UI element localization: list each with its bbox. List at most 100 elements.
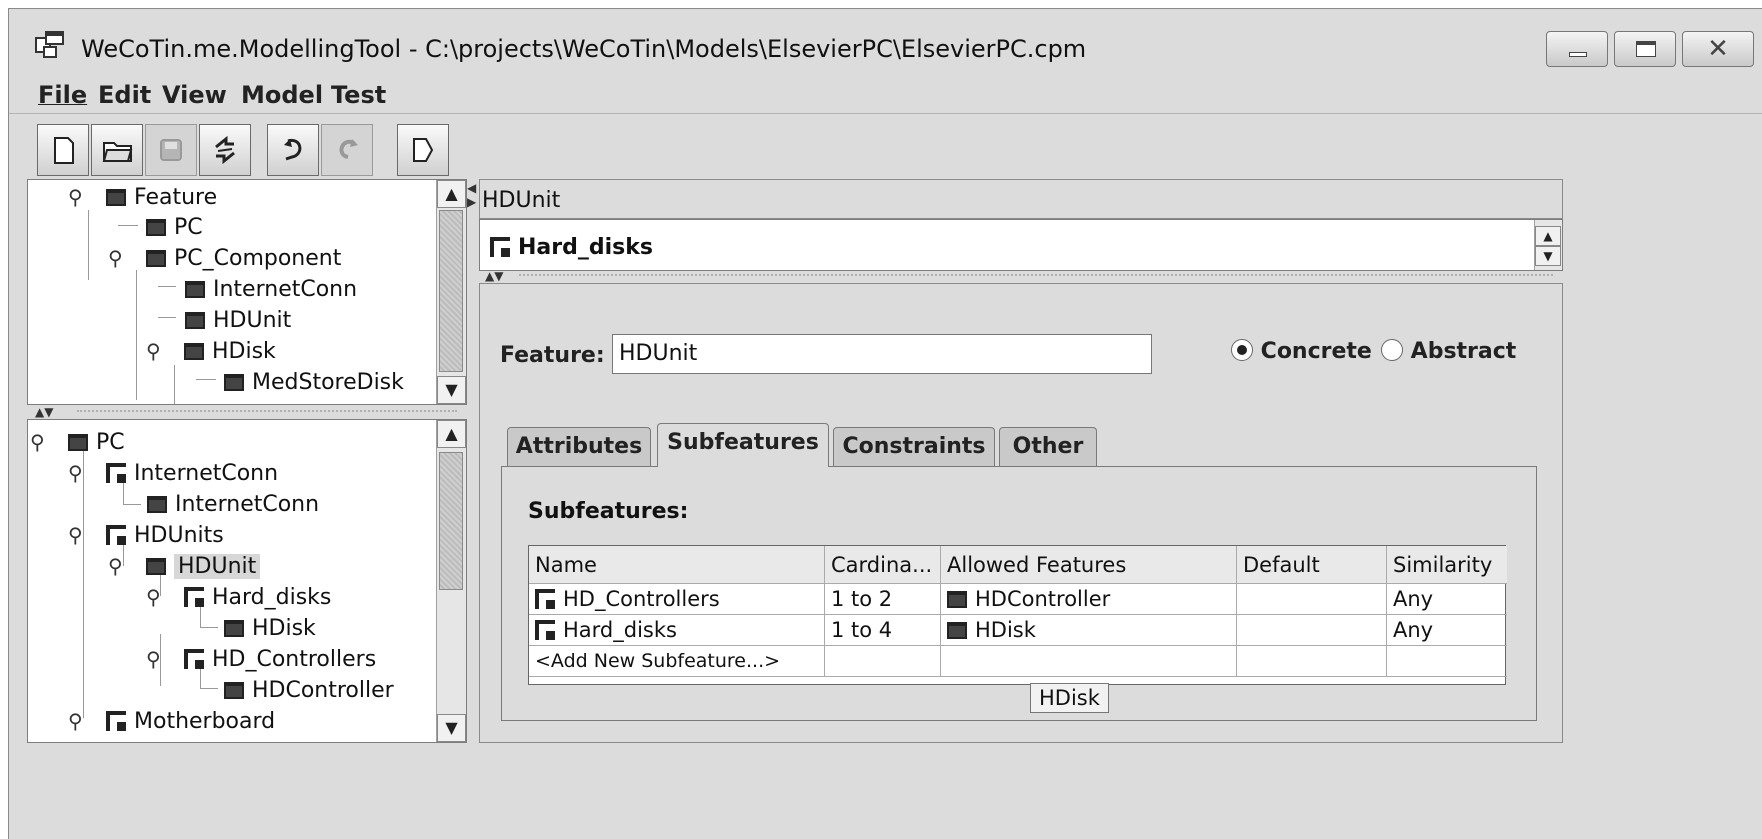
tab-constraints[interactable]: Constraints [833,427,995,467]
scroll-up-icon[interactable]: ▲ [437,420,466,448]
minimize-button[interactable] [1546,31,1608,67]
structure-row-hdcontroller[interactable]: HDController [224,675,394,705]
structure-row-hd-controllers[interactable]: ⚲ HD_Controllers [146,644,376,674]
table-cell-name[interactable]: Hard_disks [529,615,825,646]
structure-row-internetconn[interactable]: InternetConn [147,489,319,519]
save-icon [160,139,182,161]
table-cell-allowed[interactable]: HDController [941,584,1237,615]
concrete-radio[interactable]: Concrete [1231,339,1372,364]
save-button[interactable] [145,124,197,176]
structure-row-hdunit[interactable]: ⚲ HDUnit [108,551,261,581]
splitter-arrows-icon[interactable]: ▲▼ [35,405,53,419]
structure-row-pc[interactable]: ⚲ PC [30,427,125,457]
expanded-toggle-icon[interactable]: ⚲ [146,647,161,671]
expanded-toggle-icon[interactable]: ⚲ [146,339,161,363]
table-cell-default[interactable] [1237,646,1387,677]
tree-row-hdunit[interactable]: HDUnit [185,305,291,335]
menu-model[interactable]: Model [241,81,323,109]
table-cell-cardinality[interactable]: 1 to 2 [825,584,941,615]
scroll-down-icon[interactable]: ▼ [437,714,466,742]
subfeature-icon [106,711,126,731]
tab-other[interactable]: Other [999,427,1097,467]
maximize-button[interactable] [1614,31,1676,67]
vertical-splitter-arrows-icon[interactable]: ◀ ▶ [467,181,476,209]
table-cell-similarity[interactable]: Any [1387,584,1507,615]
toolbar [9,113,1762,181]
table-cell-cardinality[interactable]: 1 to 4 [825,615,941,646]
radio-unselected-icon[interactable] [1381,339,1403,361]
close-icon: ✕ [1707,34,1729,64]
expanded-toggle-icon[interactable]: ⚲ [68,185,83,209]
redo-button[interactable] [321,124,373,176]
table-cell-name[interactable]: HD_Controllers [529,584,825,615]
menu-view[interactable]: View [162,81,227,109]
tree-row-feature[interactable]: ⚲ Feature [68,182,217,212]
tab-attributes[interactable]: Attributes [507,427,651,467]
column-header-cardinality[interactable]: Cardina... [825,546,941,584]
menu-edit[interactable]: Edit [98,81,151,109]
subfeature-list-item[interactable]: Hard_disks [490,232,653,262]
tab-subfeatures[interactable]: Subfeatures [657,423,829,467]
subfeature-icon [535,620,555,640]
table-cell-allowed[interactable] [941,646,1237,677]
app-window: WeCoTin.me.ModellingTool - C:\projects\W… [8,8,1762,839]
splitter-arrows-icon[interactable]: ▲▼ [485,269,503,283]
column-header-name[interactable]: Name [529,546,825,584]
scroll-thumb[interactable] [439,210,463,372]
menu-test[interactable]: Test [331,81,386,109]
expanded-toggle-icon[interactable]: ⚲ [68,709,83,733]
export-icon [413,138,434,162]
export-button[interactable] [397,124,449,176]
structure-row-hdisk[interactable]: HDisk [224,613,316,643]
expanded-toggle-icon[interactable]: ⚲ [146,585,161,609]
tree-row-pc[interactable]: PC [146,212,203,242]
refresh-button[interactable] [199,124,251,176]
open-button[interactable] [91,124,143,176]
scroll-down-icon[interactable]: ▼ [437,376,466,404]
tree-row-medstoredisk[interactable]: MedStoreDisk [224,367,404,397]
column-header-default[interactable]: Default [1237,546,1387,584]
abstract-radio[interactable]: Abstract [1381,339,1516,364]
scroll-up-icon[interactable]: ▲ [437,180,466,208]
structure-row-hard-disks[interactable]: ⚲ Hard_disks [146,582,331,612]
right-splitter[interactable]: ▲▼ [479,269,1563,283]
scroll-down-icon[interactable]: ▼ [1535,246,1561,266]
structure-row-internetconn-group[interactable]: ⚲ InternetConn [68,458,278,488]
undo-button[interactable] [267,124,319,176]
table-cell-allowed[interactable]: HDisk [941,615,1237,646]
scroll-up-icon[interactable]: ▲ [1535,226,1561,246]
new-button[interactable] [37,124,89,176]
table-cell-similarity[interactable]: Any [1387,615,1507,646]
menu-file[interactable]: File [38,81,87,109]
feature-name-input[interactable]: HDUnit [612,334,1152,374]
tree-row-internetconn[interactable]: InternetConn [185,274,357,304]
scroll-thumb[interactable] [439,452,463,590]
structure-row-hdunits[interactable]: ⚲ HDUnits [68,520,224,550]
tree-row-hdisk[interactable]: ⚲ HDisk [146,336,276,366]
radio-selected-icon[interactable] [1231,339,1253,361]
tree-row-pc-component[interactable]: ⚲ PC_Component [108,243,341,273]
table-cell-default[interactable] [1237,615,1387,646]
add-subfeature-cell[interactable]: <Add New Subfeature...> [529,646,825,677]
expanded-toggle-icon[interactable]: ⚲ [30,430,45,454]
structure-tree-panel: ⚲ PC ⚲ InternetConn InternetConn ⚲ HDUni… [27,419,467,743]
subfeature-list-scrollbar[interactable]: ▲ ▼ [1534,220,1562,270]
feature-icon [947,621,967,639]
subfeature-icon [106,525,126,545]
subfeature-icon [535,589,555,609]
detail-header-title: HDUnit [482,188,561,213]
expanded-toggle-icon[interactable]: ⚲ [68,523,83,547]
expanded-toggle-icon[interactable]: ⚲ [108,554,123,578]
structure-row-motherboard[interactable]: ⚲ Motherboard [68,706,275,736]
expanded-toggle-icon[interactable]: ⚲ [108,246,123,270]
table-cell-default[interactable] [1237,584,1387,615]
table-cell-cardinality[interactable] [825,646,941,677]
column-header-similarity[interactable]: Similarity [1387,546,1507,584]
title-bar: WeCoTin.me.ModellingTool - C:\projects\W… [9,9,1762,71]
table-cell-similarity[interactable] [1387,646,1507,677]
close-button[interactable]: ✕ [1682,31,1754,67]
column-header-allowed-features[interactable]: Allowed Features [941,546,1237,584]
structure-tree-scrollbar[interactable]: ▲ ▼ [436,420,466,742]
type-tree-scrollbar[interactable]: ▲ ▼ [436,180,466,404]
expanded-toggle-icon[interactable]: ⚲ [68,461,83,485]
